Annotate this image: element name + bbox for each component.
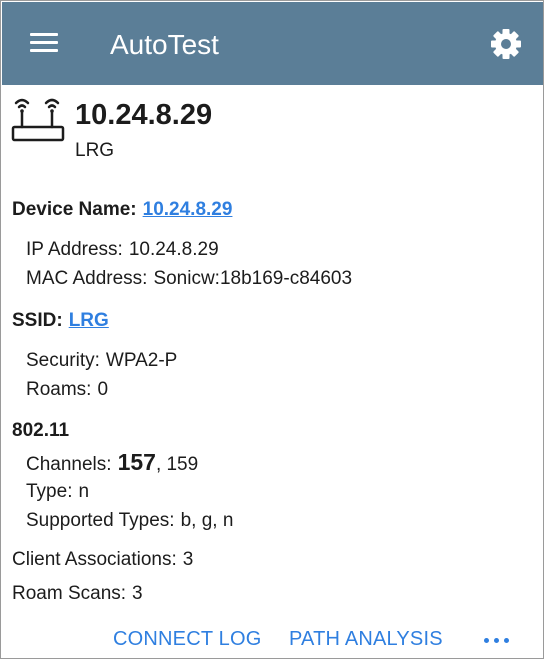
roams-value: 0 <box>97 379 109 400</box>
wifi-standard-heading: 802.11 <box>12 420 70 441</box>
menu-icon[interactable] <box>30 33 58 53</box>
type-row: Type: n <box>26 480 89 504</box>
roams-row: Roams: 0 <box>26 378 108 402</box>
channels-row: Channels: 157, 159 <box>26 450 198 477</box>
connect-log-button[interactable]: CONNECT LOG <box>113 627 262 651</box>
roam-scans-label: Roam Scans: <box>12 583 127 604</box>
client-associations-label: Client Associations: <box>12 549 177 570</box>
channel-primary: 157 <box>117 449 156 475</box>
gear-icon[interactable] <box>488 26 524 62</box>
supported-types-label: Supported Types: <box>26 510 175 531</box>
ip-address-row: IP Address: 10.24.8.29 <box>26 238 219 262</box>
roam-scans-row: Roam Scans: 3 <box>12 582 143 606</box>
device-name-row: Device Name: 10.24.8.29 <box>12 198 232 222</box>
ssid-row: SSID: LRG <box>12 309 109 333</box>
client-associations-row: Client Associations: 3 <box>12 548 193 572</box>
type-label: Type: <box>26 481 73 502</box>
security-value: WPA2-P <box>105 350 178 371</box>
ssid-link[interactable]: LRG <box>69 310 109 331</box>
device-name-link[interactable]: 10.24.8.29 <box>143 199 233 220</box>
device-name-label: Device Name: <box>12 199 137 220</box>
security-row: Security: WPA2-P <box>26 349 177 373</box>
security-label: Security: <box>26 350 100 371</box>
access-point-icon <box>10 95 66 147</box>
supported-types-value: b, g, n <box>180 510 234 531</box>
path-analysis-button[interactable]: PATH ANALYSIS <box>289 627 443 651</box>
roam-scans-value: 3 <box>132 583 143 604</box>
mac-address-row: MAC Address: Sonicw:18b169-c84603 <box>26 267 352 291</box>
device-ip-heading: 10.24.8.29 <box>75 99 213 131</box>
type-value: n <box>78 481 90 502</box>
client-associations-value: 3 <box>182 549 194 570</box>
more-horiz-icon[interactable] <box>484 635 512 645</box>
app-window: AutoTest 10.24.8.29 LRG Device Name: 10.… <box>0 0 544 659</box>
ip-address-value: 10.24.8.29 <box>128 239 219 260</box>
roams-label: Roams: <box>26 379 92 400</box>
page-title: AutoTest <box>110 29 219 60</box>
supported-types-row: Supported Types: b, g, n <box>26 509 233 533</box>
device-ssid-subtitle: LRG <box>75 140 115 161</box>
ip-address-label: IP Address: <box>26 239 123 260</box>
channels-label: Channels: <box>26 454 112 475</box>
channel-secondary: , 159 <box>155 454 199 475</box>
mac-address-value: Sonicw:18b169-c84603 <box>153 268 353 289</box>
ssid-label: SSID: <box>12 310 63 331</box>
app-bar: AutoTest <box>2 2 543 85</box>
mac-address-label: MAC Address: <box>26 268 148 289</box>
